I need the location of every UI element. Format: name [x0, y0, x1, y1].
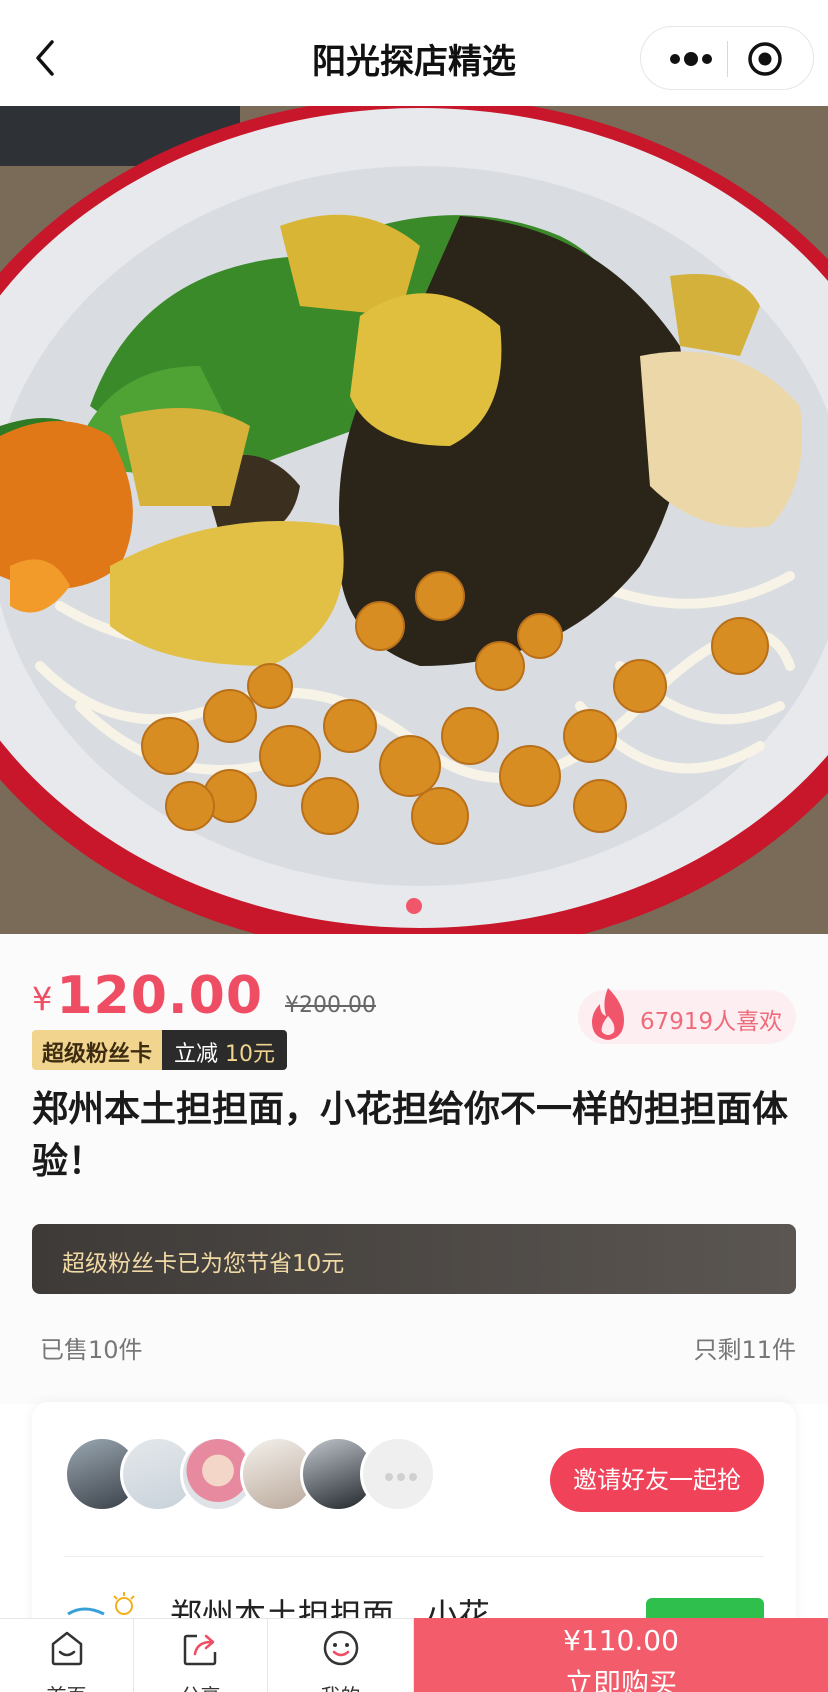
mini-program-capsule [640, 26, 814, 90]
original-price: ¥200.00 [285, 993, 377, 1018]
fan-card-label: 超级粉丝卡 [32, 1030, 163, 1070]
more-avatars-icon [360, 1436, 436, 1512]
carousel-indicator[interactable] [406, 898, 422, 914]
product-title: 郑州本土担担面，小花担给你不一样的担担面体验！ [32, 1089, 789, 1182]
shop-logo-icon [67, 1592, 135, 1616]
tab-share[interactable]: 分享 [134, 1618, 268, 1692]
home-icon [51, 1631, 83, 1666]
currency-symbol: ¥ [32, 980, 53, 1018]
noodle-bowl-illustration [0, 106, 828, 934]
top-nav-bar: 阳光探店精选 [0, 0, 828, 106]
discount-amount: 10元 [225, 1042, 276, 1067]
close-miniprogram-icon[interactable] [747, 41, 783, 77]
invite-friends-button[interactable]: 邀请好友一起抢 [550, 1448, 764, 1512]
product-image[interactable] [0, 106, 828, 934]
savings-text: 超级粉丝卡已为您节省10元 [62, 1251, 345, 1277]
likes-badge: 67919人喜欢 [578, 988, 796, 1044]
card-divider [64, 1556, 764, 1557]
participant-avatars[interactable] [64, 1436, 444, 1512]
sale-price: 120.00 [56, 966, 264, 1026]
tab-home[interactable]: 首页 [0, 1618, 134, 1692]
discount-prefix: 立减 [174, 1042, 226, 1067]
flame-icon [592, 988, 624, 1040]
likes-count: 67919人喜欢 [640, 1009, 783, 1035]
price-row: ¥ 120.00 ¥200.00 [32, 966, 376, 1026]
buy-label: 立即购买 [564, 1667, 677, 1692]
profile-smile-icon [323, 1630, 359, 1666]
fan-card-badge: 超级粉丝卡 立减 10元 [32, 1030, 288, 1070]
tab-mine[interactable]: 我的 [268, 1618, 414, 1692]
capsule-divider [727, 41, 728, 77]
tab-mine-label: 我的 [268, 1680, 413, 1692]
remaining-stock: 只剩11件 [693, 1336, 796, 1364]
buy-price: ¥110.00 [563, 1624, 679, 1657]
savings-banner: 超级粉丝卡已为您节省10元 [32, 1224, 796, 1294]
buy-now-button[interactable]: ¥110.00 立即购买 [414, 1618, 828, 1692]
tab-share-label: 分享 [134, 1680, 267, 1692]
sold-count: 已售10件 [40, 1336, 143, 1364]
share-icon [183, 1634, 217, 1666]
discount-label: 立减 10元 [162, 1030, 288, 1070]
more-options-icon[interactable] [665, 44, 717, 74]
tab-home-label: 首页 [0, 1680, 133, 1692]
